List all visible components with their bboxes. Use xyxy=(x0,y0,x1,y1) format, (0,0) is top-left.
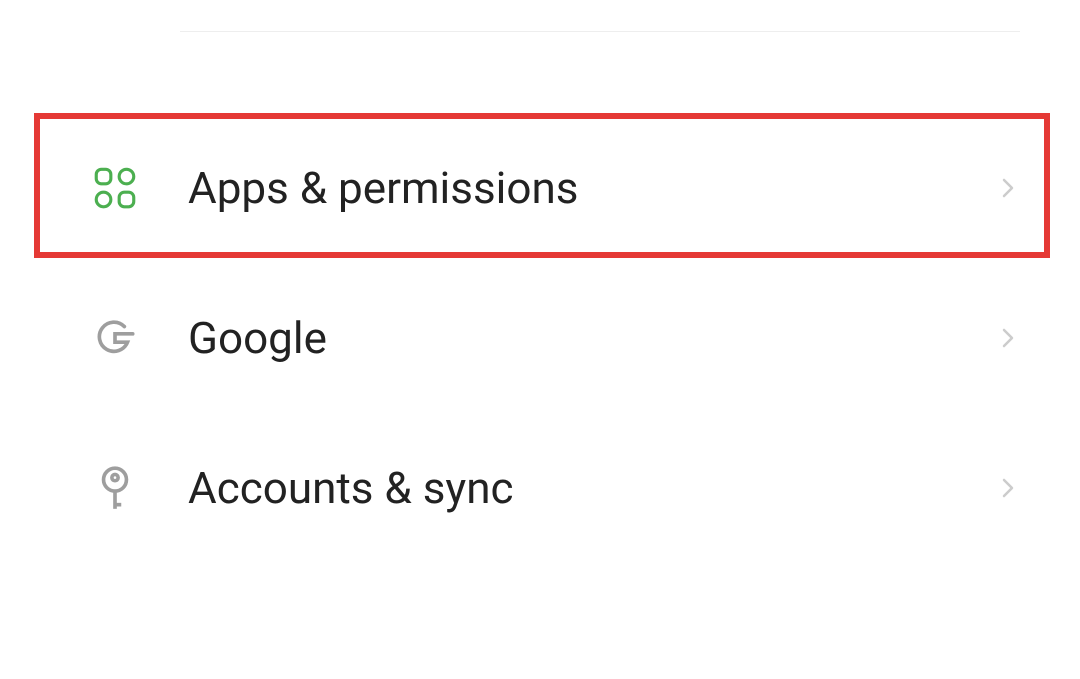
settings-item-google[interactable]: Google xyxy=(0,263,1080,413)
settings-item-label: Apps & permissions xyxy=(188,162,996,214)
key-icon xyxy=(90,463,140,513)
settings-item-label: Accounts & sync xyxy=(188,462,996,514)
settings-item-apps-permissions[interactable]: Apps & permissions xyxy=(0,113,1080,263)
chevron-right-icon xyxy=(996,476,1020,500)
chevron-right-icon xyxy=(996,176,1020,200)
settings-item-label: Google xyxy=(188,312,996,364)
settings-item-accounts-sync[interactable]: Accounts & sync xyxy=(0,413,1080,563)
section-divider xyxy=(180,31,1020,32)
apps-icon xyxy=(90,163,140,213)
chevron-right-icon xyxy=(996,326,1020,350)
settings-list: Apps & permissions Google xyxy=(0,113,1080,563)
google-icon xyxy=(90,313,140,363)
